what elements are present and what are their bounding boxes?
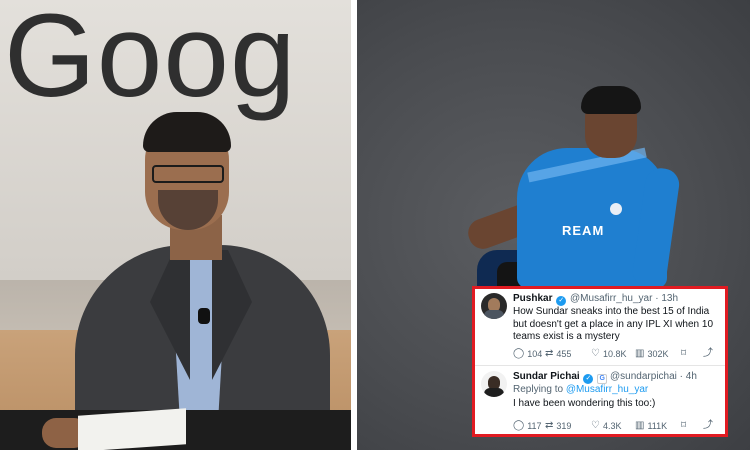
lapel-mic [198, 308, 210, 324]
reply-icon: ◯ [513, 420, 525, 431]
tweet-text: I have been wondering this too:) [513, 398, 656, 409]
author-handle[interactable]: @sundarpichai [610, 371, 677, 382]
jersey-crest [610, 203, 622, 215]
tweet-header: Pushkar ✓ @Musafirr_hu_yar · 13h [513, 293, 678, 306]
reply-button[interactable]: ◯ 104 [513, 348, 542, 360]
repost-button[interactable]: ⇄ 455 [545, 348, 571, 360]
views-button[interactable]: ▥ 111K [635, 420, 667, 432]
share-button[interactable]: ⤴ [703, 348, 716, 360]
like-button[interactable]: ♡ 10.8K [591, 348, 627, 360]
bookmark-button[interactable]: ⌑ [681, 348, 689, 360]
replying-to: Replying to @Musafirr_hu_yar [513, 384, 648, 396]
paper-notes [78, 408, 186, 450]
views-bar-chart-icon: ▥ [635, 348, 645, 359]
player-hair [581, 86, 641, 114]
repost-count: 319 [556, 421, 572, 431]
repost-count: 455 [556, 349, 572, 359]
like-count: 10.8K [602, 349, 627, 359]
tweet-pushkar[interactable]: Pushkar ✓ @Musafirr_hu_yar · 13h How Sun… [475, 289, 725, 365]
bookmark-icon: ⌑ [681, 348, 687, 359]
verified-badge-icon: ✓ [556, 296, 567, 306]
tweet-text: How Sundar sneaks into the best 15 of In… [513, 306, 714, 342]
like-button[interactable]: ♡ 4.3K [591, 420, 621, 432]
avatar[interactable] [481, 293, 507, 319]
tweet-actions: ◯ 104 ⇄ 455 ♡ 10.8K ▥ 302K ⌑ ⤴ [513, 348, 721, 360]
share-icon: ⤴ [703, 348, 713, 359]
repost-icon: ⇄ [545, 348, 554, 359]
tweet-time[interactable]: · 13h [655, 293, 678, 304]
bookmark-button[interactable]: ⌑ [681, 420, 689, 432]
reply-button[interactable]: ◯ 117 [513, 420, 542, 432]
avatar[interactable] [481, 371, 507, 397]
heart-icon: ♡ [591, 420, 600, 431]
reply-count: 117 [527, 421, 542, 431]
google-affiliate-icon: G [597, 374, 608, 384]
tweet-time[interactable]: · 4h [680, 371, 697, 382]
author-name[interactable]: Pushkar [513, 293, 552, 304]
glasses [152, 165, 224, 183]
views-count: 111K [647, 421, 668, 431]
tweet-actions: ◯ 117 ⇄ 319 ♡ 4.3K ▥ 111K ⌑ ⤴ [513, 420, 721, 432]
repost-icon: ⇄ [545, 420, 554, 431]
left-photo-speaker: Goog [0, 0, 351, 450]
like-count: 4.3K [602, 421, 622, 431]
views-bar-chart-icon: ▥ [635, 420, 645, 431]
reply-count: 104 [527, 349, 543, 359]
reply-icon: ◯ [513, 348, 525, 359]
replying-to-handle[interactable]: @Musafirr_hu_yar [566, 384, 648, 395]
views-button[interactable]: ▥ 302K [635, 348, 668, 360]
verified-badge-icon: ✓ [583, 374, 594, 384]
repost-button[interactable]: ⇄ 319 [545, 420, 571, 432]
author-handle[interactable]: @Musafirr_hu_yar [570, 293, 652, 304]
views-count: 302K [647, 349, 669, 359]
bookmark-icon: ⌑ [681, 420, 687, 431]
tweet-sundar-reply[interactable]: Sundar Pichai ✓ G @sundarpichai · 4h Rep… [475, 367, 725, 437]
tweet-header: Sundar Pichai ✓ G @sundarpichai · 4h [513, 371, 697, 384]
share-button[interactable]: ⤴ [703, 420, 716, 432]
jersey-text: REAM [562, 223, 605, 238]
replying-to-label: Replying to [513, 384, 564, 395]
heart-icon: ♡ [591, 348, 600, 359]
share-icon: ⤴ [703, 420, 713, 431]
author-name[interactable]: Sundar Pichai [513, 371, 580, 382]
tweet-separator [475, 365, 725, 366]
backdrop-logo-text: Goog [4, 0, 297, 122]
tweet-thread-card: Pushkar ✓ @Musafirr_hu_yar · 13h How Sun… [472, 286, 728, 437]
